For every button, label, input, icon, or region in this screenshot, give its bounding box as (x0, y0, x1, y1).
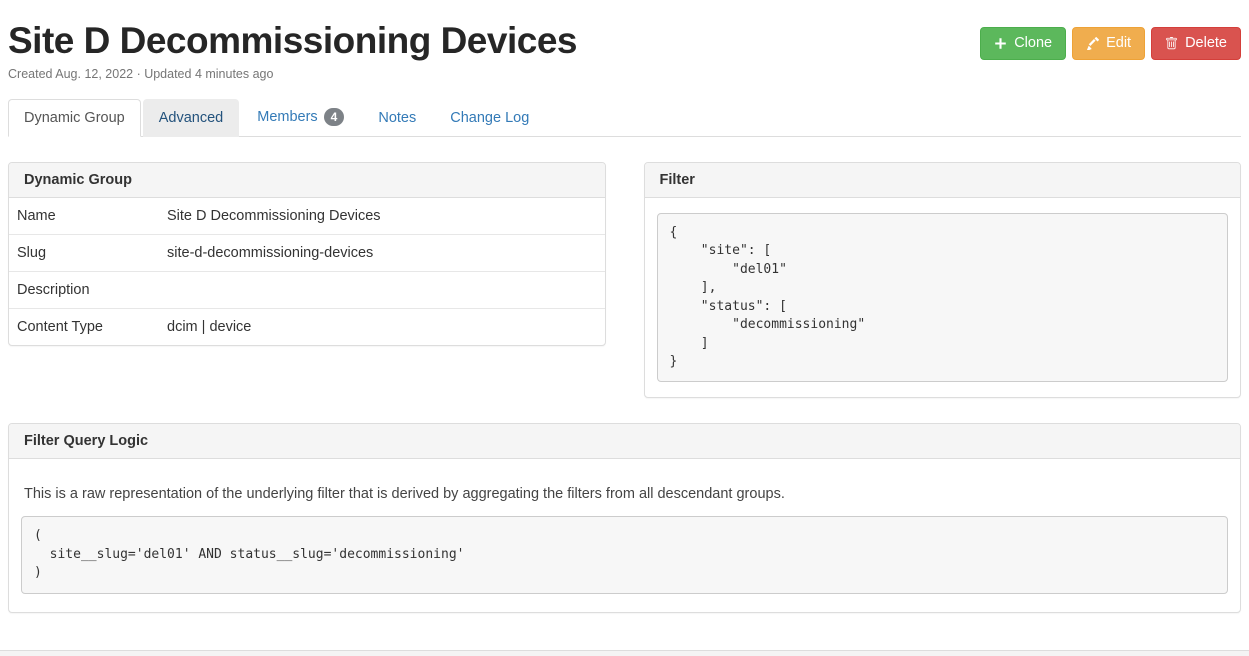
attr-value-content-type: dcim | device (159, 308, 605, 345)
members-count-badge: 4 (324, 108, 345, 126)
tab-advanced[interactable]: Advanced (143, 99, 240, 137)
filter-query-logic-description: This is a raw representation of the unde… (24, 486, 1225, 502)
created-updated-meta: Created Aug. 12, 2022 · Updated 4 minute… (8, 67, 1241, 81)
tab-change-log[interactable]: Change Log (434, 99, 545, 137)
table-row: Content Type dcim | device (9, 308, 605, 345)
filter-panel: Filter { "site": [ "del01" ], "status": … (644, 162, 1242, 399)
page-footer (0, 650, 1249, 656)
left-column: Dynamic Group Name Site D Decommissionin… (8, 162, 606, 346)
tab-notes[interactable]: Notes (362, 99, 432, 137)
tab-members[interactable]: Members 4 (241, 97, 360, 137)
tab-bar: Dynamic Group Advanced Members 4 Notes C… (8, 97, 1241, 137)
attr-label-slug: Slug (9, 234, 159, 271)
right-column: Filter { "site": [ "del01" ], "status": … (644, 162, 1242, 399)
edit-button-label: Edit (1106, 35, 1131, 52)
tab-advanced-label: Advanced (159, 110, 224, 126)
tab-notes-label: Notes (378, 110, 416, 126)
attr-value-name: Site D Decommissioning Devices (159, 198, 605, 235)
delete-button-label: Delete (1185, 35, 1227, 52)
attr-label-content-type: Content Type (9, 308, 159, 345)
dynamic-group-panel: Dynamic Group Name Site D Decommissionin… (8, 162, 606, 346)
tab-dynamic-group[interactable]: Dynamic Group (8, 99, 141, 137)
page: Clone Edit Delete Site D Decommissioning… (0, 22, 1249, 613)
filter-query-logic-panel: Filter Query Logic This is a raw represe… (8, 423, 1241, 612)
attr-value-description (159, 271, 605, 308)
filter-panel-body: { "site": [ "del01" ], "status": [ "deco… (645, 198, 1241, 398)
filter-query-logic-code: ( site__slug='del01' AND status__slug='d… (21, 516, 1228, 593)
tab-dynamic-group-label: Dynamic Group (24, 110, 125, 126)
content-columns: Dynamic Group Name Site D Decommissionin… (8, 162, 1241, 399)
table-row: Description (9, 271, 605, 308)
filter-query-logic-title: Filter Query Logic (9, 424, 1240, 459)
plus-icon (994, 37, 1007, 50)
tab-change-log-label: Change Log (450, 110, 529, 126)
action-buttons: Clone Edit Delete (980, 27, 1241, 60)
attr-label-description: Description (9, 271, 159, 308)
delete-button[interactable]: Delete (1151, 27, 1241, 60)
pencil-icon (1086, 37, 1099, 50)
clone-button-label: Clone (1014, 35, 1052, 52)
dynamic-group-attributes-table: Name Site D Decommissioning Devices Slug… (9, 198, 605, 345)
filter-panel-title: Filter (645, 163, 1241, 198)
edit-button[interactable]: Edit (1072, 27, 1145, 60)
tab-members-label: Members (257, 109, 317, 125)
clone-button[interactable]: Clone (980, 27, 1066, 60)
filter-query-logic-body: This is a raw representation of the unde… (9, 459, 1240, 611)
trash-icon (1165, 37, 1178, 50)
filter-json-code: { "site": [ "del01" ], "status": [ "deco… (657, 213, 1229, 383)
attr-value-slug: site-d-decommissioning-devices (159, 234, 605, 271)
table-row: Name Site D Decommissioning Devices (9, 198, 605, 235)
dynamic-group-panel-title: Dynamic Group (9, 163, 605, 198)
table-row: Slug site-d-decommissioning-devices (9, 234, 605, 271)
attr-label-name: Name (9, 198, 159, 235)
